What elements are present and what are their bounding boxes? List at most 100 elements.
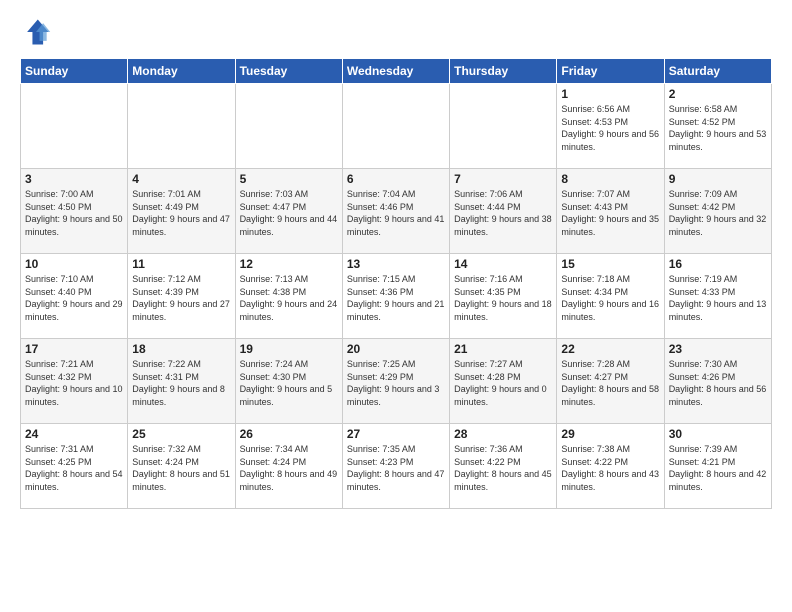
day-info: Sunrise: 7:39 AM Sunset: 4:21 PM Dayligh…	[669, 443, 767, 493]
day-info: Sunrise: 7:31 AM Sunset: 4:25 PM Dayligh…	[25, 443, 123, 493]
calendar-cell: 12 Sunrise: 7:13 AM Sunset: 4:38 PM Dayli…	[235, 254, 342, 339]
logo	[20, 16, 56, 48]
day-info: Sunrise: 7:12 AM Sunset: 4:39 PM Dayligh…	[132, 273, 230, 323]
day-number: 16	[669, 257, 767, 271]
day-info: Sunrise: 7:01 AM Sunset: 4:49 PM Dayligh…	[132, 188, 230, 238]
calendar-cell: 16 Sunrise: 7:19 AM Sunset: 4:33 PM Dayli…	[664, 254, 771, 339]
day-info: Sunrise: 7:35 AM Sunset: 4:23 PM Dayligh…	[347, 443, 445, 493]
day-number: 27	[347, 427, 445, 441]
calendar-cell: 28 Sunrise: 7:36 AM Sunset: 4:22 PM Dayli…	[450, 424, 557, 509]
day-info: Sunrise: 7:25 AM Sunset: 4:29 PM Dayligh…	[347, 358, 445, 408]
day-number: 19	[240, 342, 338, 356]
day-info: Sunrise: 7:03 AM Sunset: 4:47 PM Dayligh…	[240, 188, 338, 238]
day-info: Sunrise: 7:10 AM Sunset: 4:40 PM Dayligh…	[25, 273, 123, 323]
calendar-cell	[235, 84, 342, 169]
day-number: 11	[132, 257, 230, 271]
calendar-cell: 27 Sunrise: 7:35 AM Sunset: 4:23 PM Dayli…	[342, 424, 449, 509]
calendar-cell: 23 Sunrise: 7:30 AM Sunset: 4:26 PM Dayli…	[664, 339, 771, 424]
weekday-header: Wednesday	[342, 59, 449, 84]
calendar-cell: 10 Sunrise: 7:10 AM Sunset: 4:40 PM Dayli…	[21, 254, 128, 339]
weekday-header: Thursday	[450, 59, 557, 84]
weekday-header: Friday	[557, 59, 664, 84]
day-number: 22	[561, 342, 659, 356]
day-info: Sunrise: 7:27 AM Sunset: 4:28 PM Dayligh…	[454, 358, 552, 408]
day-info: Sunrise: 7:15 AM Sunset: 4:36 PM Dayligh…	[347, 273, 445, 323]
calendar-cell: 15Sunrise: 7:18 AM Sunset: 4:34 PM Dayli…	[557, 254, 664, 339]
calendar-cell: 18 Sunrise: 7:22 AM Sunset: 4:31 PM Dayli…	[128, 339, 235, 424]
calendar-cell: 17 Sunrise: 7:21 AM Sunset: 4:32 PM Dayli…	[21, 339, 128, 424]
day-info: Sunrise: 7:09 AM Sunset: 4:42 PM Dayligh…	[669, 188, 767, 238]
day-info: Sunrise: 7:16 AM Sunset: 4:35 PM Dayligh…	[454, 273, 552, 323]
calendar-cell: 4 Sunrise: 7:01 AM Sunset: 4:49 PM Daylig…	[128, 169, 235, 254]
calendar-cell: 14 Sunrise: 7:16 AM Sunset: 4:35 PM Dayli…	[450, 254, 557, 339]
calendar-cell	[342, 84, 449, 169]
calendar-cell	[450, 84, 557, 169]
calendar-cell: 9 Sunrise: 7:09 AM Sunset: 4:42 PM Daylig…	[664, 169, 771, 254]
day-info: Sunrise: 7:30 AM Sunset: 4:26 PM Dayligh…	[669, 358, 767, 408]
day-number: 6	[347, 172, 445, 186]
day-info: Sunrise: 7:34 AM Sunset: 4:24 PM Dayligh…	[240, 443, 338, 493]
day-info: Sunrise: 7:24 AM Sunset: 4:30 PM Dayligh…	[240, 358, 338, 408]
calendar-cell: 6 Sunrise: 7:04 AM Sunset: 4:46 PM Daylig…	[342, 169, 449, 254]
day-info: Sunrise: 7:19 AM Sunset: 4:33 PM Dayligh…	[669, 273, 767, 323]
day-number: 4	[132, 172, 230, 186]
weekday-header: Monday	[128, 59, 235, 84]
day-number: 7	[454, 172, 552, 186]
weekday-header: Tuesday	[235, 59, 342, 84]
day-info: Sunrise: 7:13 AM Sunset: 4:38 PM Dayligh…	[240, 273, 338, 323]
day-number: 15	[561, 257, 659, 271]
day-number: 18	[132, 342, 230, 356]
calendar-cell: 8 Sunrise: 7:07 AM Sunset: 4:43 PM Daylig…	[557, 169, 664, 254]
calendar-cell: 11 Sunrise: 7:12 AM Sunset: 4:39 PM Dayli…	[128, 254, 235, 339]
day-number: 25	[132, 427, 230, 441]
day-number: 8	[561, 172, 659, 186]
calendar-cell: 19 Sunrise: 7:24 AM Sunset: 4:30 PM Dayli…	[235, 339, 342, 424]
calendar-cell: 5 Sunrise: 7:03 AM Sunset: 4:47 PM Daylig…	[235, 169, 342, 254]
day-number: 2	[669, 87, 767, 101]
day-number: 1	[561, 87, 659, 101]
calendar-cell	[21, 84, 128, 169]
day-number: 14	[454, 257, 552, 271]
day-info: Sunrise: 7:28 AM Sunset: 4:27 PM Dayligh…	[561, 358, 659, 408]
day-info: Sunrise: 7:38 AM Sunset: 4:22 PM Dayligh…	[561, 443, 659, 493]
day-info: Sunrise: 6:56 AM Sunset: 4:53 PM Dayligh…	[561, 103, 659, 153]
header	[20, 16, 772, 48]
calendar-cell: 30Sunrise: 7:39 AM Sunset: 4:21 PM Dayli…	[664, 424, 771, 509]
day-info: Sunrise: 7:36 AM Sunset: 4:22 PM Dayligh…	[454, 443, 552, 493]
day-number: 28	[454, 427, 552, 441]
day-info: Sunrise: 7:22 AM Sunset: 4:31 PM Dayligh…	[132, 358, 230, 408]
day-number: 13	[347, 257, 445, 271]
logo-icon	[20, 16, 52, 48]
day-number: 20	[347, 342, 445, 356]
day-number: 26	[240, 427, 338, 441]
day-info: Sunrise: 7:00 AM Sunset: 4:50 PM Dayligh…	[25, 188, 123, 238]
day-number: 24	[25, 427, 123, 441]
weekday-header: Sunday	[21, 59, 128, 84]
calendar-cell: 25Sunrise: 7:32 AM Sunset: 4:24 PM Dayli…	[128, 424, 235, 509]
day-number: 17	[25, 342, 123, 356]
calendar-cell: 24 Sunrise: 7:31 AM Sunset: 4:25 PM Dayli…	[21, 424, 128, 509]
calendar-cell: 2Sunrise: 6:58 AM Sunset: 4:52 PM Daylig…	[664, 84, 771, 169]
day-number: 23	[669, 342, 767, 356]
calendar-cell: 20 Sunrise: 7:25 AM Sunset: 4:29 PM Dayli…	[342, 339, 449, 424]
day-info: Sunrise: 7:07 AM Sunset: 4:43 PM Dayligh…	[561, 188, 659, 238]
day-number: 9	[669, 172, 767, 186]
calendar-cell: 7 Sunrise: 7:06 AM Sunset: 4:44 PM Daylig…	[450, 169, 557, 254]
calendar-cell: 13 Sunrise: 7:15 AM Sunset: 4:36 PM Dayli…	[342, 254, 449, 339]
day-info: Sunrise: 7:06 AM Sunset: 4:44 PM Dayligh…	[454, 188, 552, 238]
day-number: 5	[240, 172, 338, 186]
day-number: 10	[25, 257, 123, 271]
day-number: 3	[25, 172, 123, 186]
calendar-cell: 1 Sunrise: 6:56 AM Sunset: 4:53 PM Daylig…	[557, 84, 664, 169]
day-number: 12	[240, 257, 338, 271]
calendar-cell: 26 Sunrise: 7:34 AM Sunset: 4:24 PM Dayli…	[235, 424, 342, 509]
calendar-cell: 3 Sunrise: 7:00 AM Sunset: 4:50 PM Daylig…	[21, 169, 128, 254]
calendar-cell: 21Sunrise: 7:27 AM Sunset: 4:28 PM Dayli…	[450, 339, 557, 424]
day-number: 29	[561, 427, 659, 441]
calendar-cell: 29 Sunrise: 7:38 AM Sunset: 4:22 PM Dayli…	[557, 424, 664, 509]
calendar-cell: 22 Sunrise: 7:28 AM Sunset: 4:27 PM Dayli…	[557, 339, 664, 424]
weekday-header: Saturday	[664, 59, 771, 84]
day-info: Sunrise: 7:04 AM Sunset: 4:46 PM Dayligh…	[347, 188, 445, 238]
day-info: Sunrise: 7:21 AM Sunset: 4:32 PM Dayligh…	[25, 358, 123, 408]
calendar: SundayMondayTuesdayWednesdayThursdayFrid…	[20, 58, 772, 509]
